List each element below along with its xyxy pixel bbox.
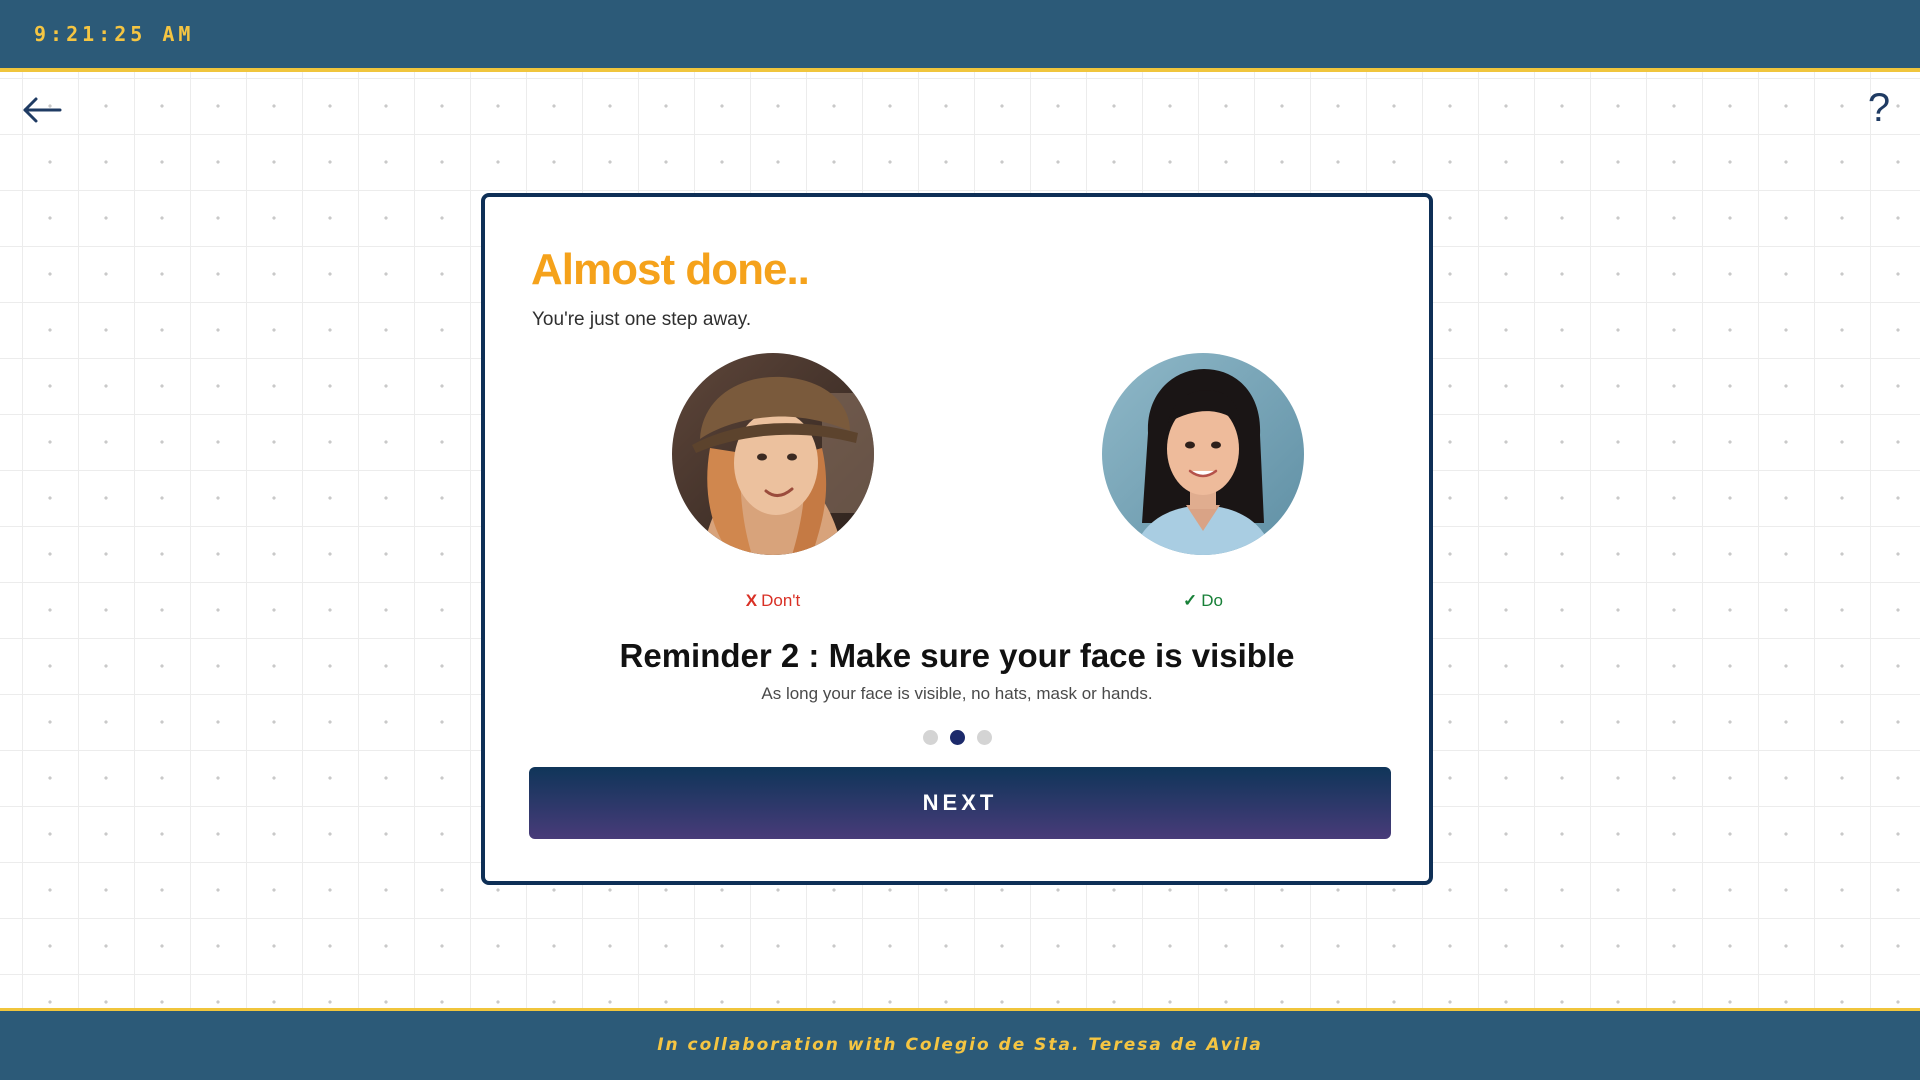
- back-button[interactable]: [22, 92, 64, 128]
- x-mark-icon: X: [745, 591, 758, 610]
- help-button[interactable]: ?: [1864, 86, 1894, 130]
- reminder-description: As long your face is visible, no hats, m…: [761, 684, 1153, 703]
- arrow-left-icon: [23, 97, 62, 123]
- dont-example: X Don't: [643, 353, 903, 611]
- pagination-dot-3[interactable]: [976, 730, 992, 745]
- page-title: Almost done..: [531, 245, 810, 294]
- pagination-dots: [485, 730, 1429, 745]
- reminder-title: Reminder 2 : Make sure your face is visi…: [619, 637, 1295, 674]
- woman-clear-face-photo: [1102, 353, 1304, 555]
- pagination-dot-1[interactable]: [922, 730, 938, 745]
- dont-label-text: Don't: [761, 591, 801, 610]
- clock: 9:21:25 AM: [34, 22, 195, 46]
- do-example: ✓ Do: [1073, 353, 1333, 611]
- next-button[interactable]: NEXT: [529, 767, 1391, 839]
- reminder-card: Almost done.. You're just one step away.: [481, 193, 1433, 885]
- page-subtitle: You're just one step away.: [532, 309, 752, 330]
- woman-wearing-hat-photo: [672, 353, 874, 555]
- top-bar: 9:21:25 AM: [0, 0, 1920, 72]
- do-label-text: Do: [1201, 591, 1223, 610]
- do-label: ✓ Do: [1073, 591, 1333, 611]
- footer-text: In collaboration with Colegio de Sta. Te…: [657, 1035, 1263, 1055]
- check-mark-icon: ✓: [1183, 591, 1198, 610]
- pagination-dot-2[interactable]: [949, 730, 965, 745]
- dont-label: X Don't: [643, 591, 903, 611]
- footer-bar: In collaboration with Colegio de Sta. Te…: [0, 1008, 1920, 1080]
